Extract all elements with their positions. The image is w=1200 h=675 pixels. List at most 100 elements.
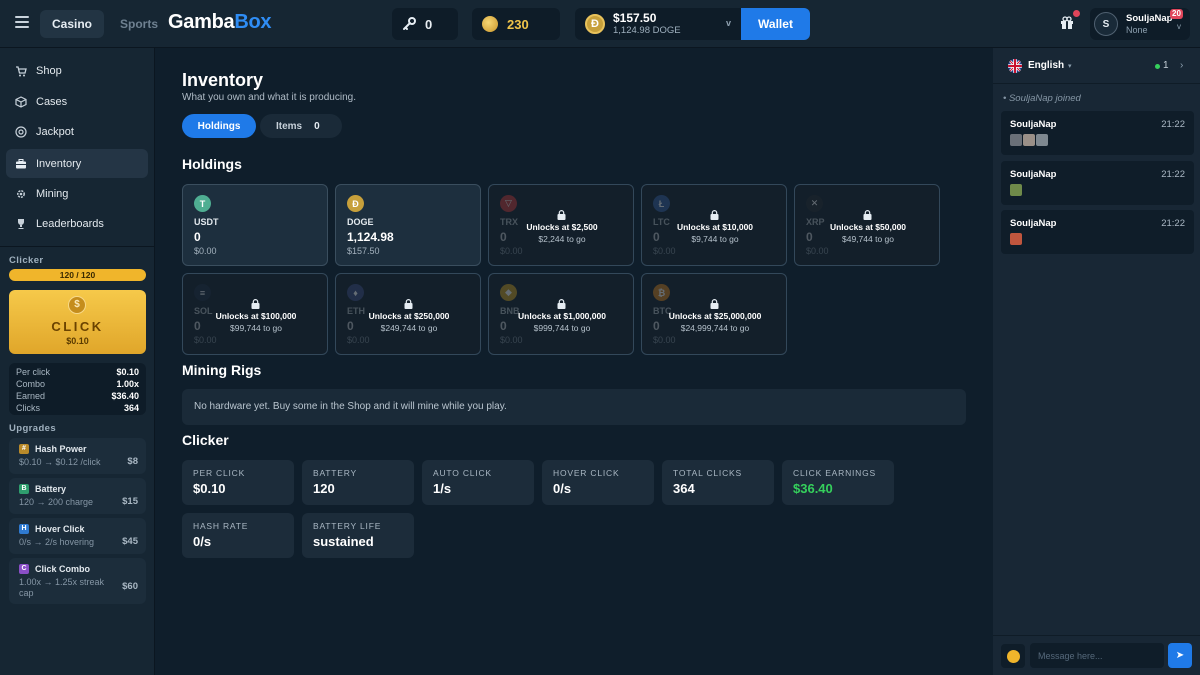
- upgrade-desc: 120 → 200 charge: [19, 497, 94, 507]
- emote-icon: [1010, 233, 1022, 245]
- trophy-icon: [15, 218, 27, 230]
- tab-holdings[interactable]: Holdings: [182, 114, 256, 138]
- unlock-remaining: $249,744 to go: [380, 323, 438, 333]
- menu-icon[interactable]: [15, 16, 29, 30]
- message-author[interactable]: SouljaNap: [1010, 169, 1056, 180]
- stat-value: $36.40: [793, 481, 833, 496]
- sidebar-item-label: Jackpot: [36, 125, 74, 138]
- tab-casino[interactable]: Casino: [40, 10, 105, 38]
- mining-empty-state: No hardware yet. Buy some in the Shop an…: [182, 389, 966, 425]
- emoji-picker-button[interactable]: [1001, 644, 1025, 668]
- uk-flag-icon: [1008, 59, 1022, 73]
- chat-message: SouljaNap 21:22: [1001, 161, 1194, 205]
- lock-icon: [710, 296, 719, 309]
- unlock-remaining: $49,744 to go: [842, 234, 894, 244]
- coin-icon: [482, 16, 498, 32]
- sidebar-item-shop[interactable]: Shop: [6, 56, 148, 85]
- message-author[interactable]: SouljaNap: [1010, 218, 1056, 229]
- holding-card-trx[interactable]: ▽ TRX 0 $0.00 Unlocks at $2,500 $2,244 to go: [488, 184, 634, 266]
- click-combo-icon: C: [19, 564, 29, 574]
- holding-symbol: USDT: [194, 217, 219, 227]
- user-menu[interactable]: S SouljaNap None 20 v: [1090, 8, 1190, 40]
- wallet-button[interactable]: Wallet: [741, 8, 810, 40]
- gift-icon[interactable]: [1060, 16, 1074, 30]
- send-button[interactable]: ➤: [1168, 643, 1192, 668]
- upgrade-name: Battery: [35, 484, 67, 494]
- stat-tile-hash-rate: HASH RATE 0/s: [182, 513, 294, 558]
- keys-counter[interactable]: 0: [392, 8, 458, 40]
- doge-coin-icon: Ð: [585, 14, 605, 34]
- lock-overlay: Unlocks at $25,000,000 $24,999,744 to go: [642, 274, 786, 354]
- username: SouljaNap: [1126, 13, 1173, 24]
- click-label: CLICK: [51, 319, 104, 334]
- sidebar-item-leaderboards[interactable]: Leaderboards: [6, 209, 148, 238]
- mining-rigs-title: Mining Rigs: [182, 362, 262, 378]
- unlock-threshold: Unlocks at $50,000: [829, 222, 907, 232]
- logo[interactable]: GambaBox: [168, 11, 272, 34]
- stat-value: 1/s: [433, 481, 452, 496]
- click-button[interactable]: $ CLICK $0.10: [9, 290, 146, 354]
- unlock-threshold: Unlocks at $100,000: [215, 311, 297, 321]
- stat-tile-hover-click: HOVER CLICK 0/s: [542, 460, 654, 505]
- chat-message-input[interactable]: [1030, 643, 1164, 668]
- key-icon: [403, 17, 416, 30]
- balance-selector[interactable]: Ð $157.50 1,124.98 DOGE v: [575, 8, 741, 40]
- holding-card-doge[interactable]: Ð DOGE 1,124.98 $157.50: [335, 184, 481, 266]
- sidebar-item-jackpot[interactable]: Jackpot: [6, 117, 148, 146]
- lock-overlay: Unlocks at $50,000 $49,744 to go: [795, 185, 939, 265]
- message-emotes: [1010, 233, 1022, 245]
- holding-card-ltc[interactable]: Ł LTC 0 $0.00 Unlocks at $10,000 $9,744 to go: [641, 184, 787, 266]
- clicker-stats: Per click $0.10 Combo 1.00x Earned $36.40 C…: [9, 363, 146, 415]
- upgrade-price: $8: [127, 456, 138, 467]
- holding-usd: $0.00: [194, 246, 217, 256]
- chevron-down-icon[interactable]: ▾: [1068, 62, 1072, 70]
- upgrade-battery[interactable]: B Battery 120 → 200 charge $15: [9, 478, 146, 514]
- holding-card-sol[interactable]: ≡ SOL 0 $0.00 Unlocks at $100,000 $99,744 to …: [182, 273, 328, 355]
- unlock-threshold: Unlocks at $10,000: [676, 222, 754, 232]
- target-icon: [15, 125, 27, 138]
- sidebar-item-cases[interactable]: Cases: [6, 87, 148, 116]
- holding-card-xrp[interactable]: ✕ XRP 0 $0.00 Unlocks at $50,000 $49,744 to g…: [794, 184, 940, 266]
- coins-counter[interactable]: 230: [472, 8, 560, 40]
- unlock-remaining: $9,744 to go: [691, 234, 739, 244]
- stat-row: Combo 1.00x: [16, 379, 139, 389]
- lock-overlay: Unlocks at $10,000 $9,744 to go: [642, 185, 786, 265]
- battery-icon: B: [19, 484, 29, 494]
- holding-card-btc[interactable]: ₿ BTC 0 $0.00 Unlocks at $25,000,000 $24,999,…: [641, 273, 787, 355]
- lock-overlay: Unlocks at $250,000 $249,744 to go: [336, 274, 480, 354]
- sidebar-item-label: Mining: [36, 187, 69, 200]
- language-selector[interactable]: English: [1028, 60, 1064, 71]
- upgrade-click-combo[interactable]: C Click Combo 1.00x → 1.25x streak cap $…: [9, 558, 146, 604]
- sidebar-item-mining[interactable]: Mining: [6, 179, 148, 208]
- clicker-section-title: Clicker: [9, 255, 44, 266]
- smiley-icon: [1006, 649, 1020, 663]
- holding-card-eth[interactable]: ♦ ETH 0 $0.00 Unlocks at $250,000 $249,744 to…: [335, 273, 481, 355]
- balance-usd: $157.50: [613, 10, 657, 25]
- holding-card-usdt[interactable]: T USDT 0 $0.00: [182, 184, 328, 266]
- holding-amount: 1,124.98: [347, 230, 394, 244]
- message-author[interactable]: SouljaNap: [1010, 119, 1056, 130]
- tab-sports[interactable]: Sports: [108, 10, 170, 38]
- lock-overlay: Unlocks at $2,500 $2,244 to go: [489, 185, 633, 265]
- main-content: Inventory What you own and what it is pr…: [156, 48, 992, 675]
- avatar: S: [1094, 12, 1118, 36]
- chat-message: SouljaNap 21:22: [1001, 210, 1194, 254]
- emote-icon: [1010, 184, 1022, 196]
- stat-value: $0.10: [193, 481, 226, 496]
- message-emotes: [1010, 134, 1048, 146]
- sidebar-item-inventory[interactable]: Inventory: [6, 149, 148, 178]
- tab-items[interactable]: Items 0: [260, 114, 342, 138]
- stat-tile-click-earnings: CLICK EARNINGS $36.40: [782, 460, 894, 505]
- holdings-title: Holdings: [182, 156, 242, 172]
- chevron-right-icon[interactable]: ›: [1180, 60, 1183, 71]
- chevron-down-icon: v: [725, 18, 731, 28]
- holding-card-bnb[interactable]: ◆ BNB 0 $0.00 Unlocks at $1,000,000 $999,744 …: [488, 273, 634, 355]
- page-title: Inventory: [182, 70, 264, 90]
- upgrade-hover-click[interactable]: H Hover Click 0/s → 2/s hovering $45: [9, 518, 146, 554]
- join-notice: • SouljaNap joined: [1003, 93, 1081, 104]
- unlock-remaining: $24,999,744 to go: [680, 323, 750, 333]
- upgrade-hash-power[interactable]: # Hash Power $0.10 → $0.12 /click $8: [9, 438, 146, 474]
- stat-value: 0/s: [193, 534, 212, 549]
- chat-message: SouljaNap 21:22: [1001, 111, 1194, 155]
- unlock-remaining: $2,244 to go: [538, 234, 586, 244]
